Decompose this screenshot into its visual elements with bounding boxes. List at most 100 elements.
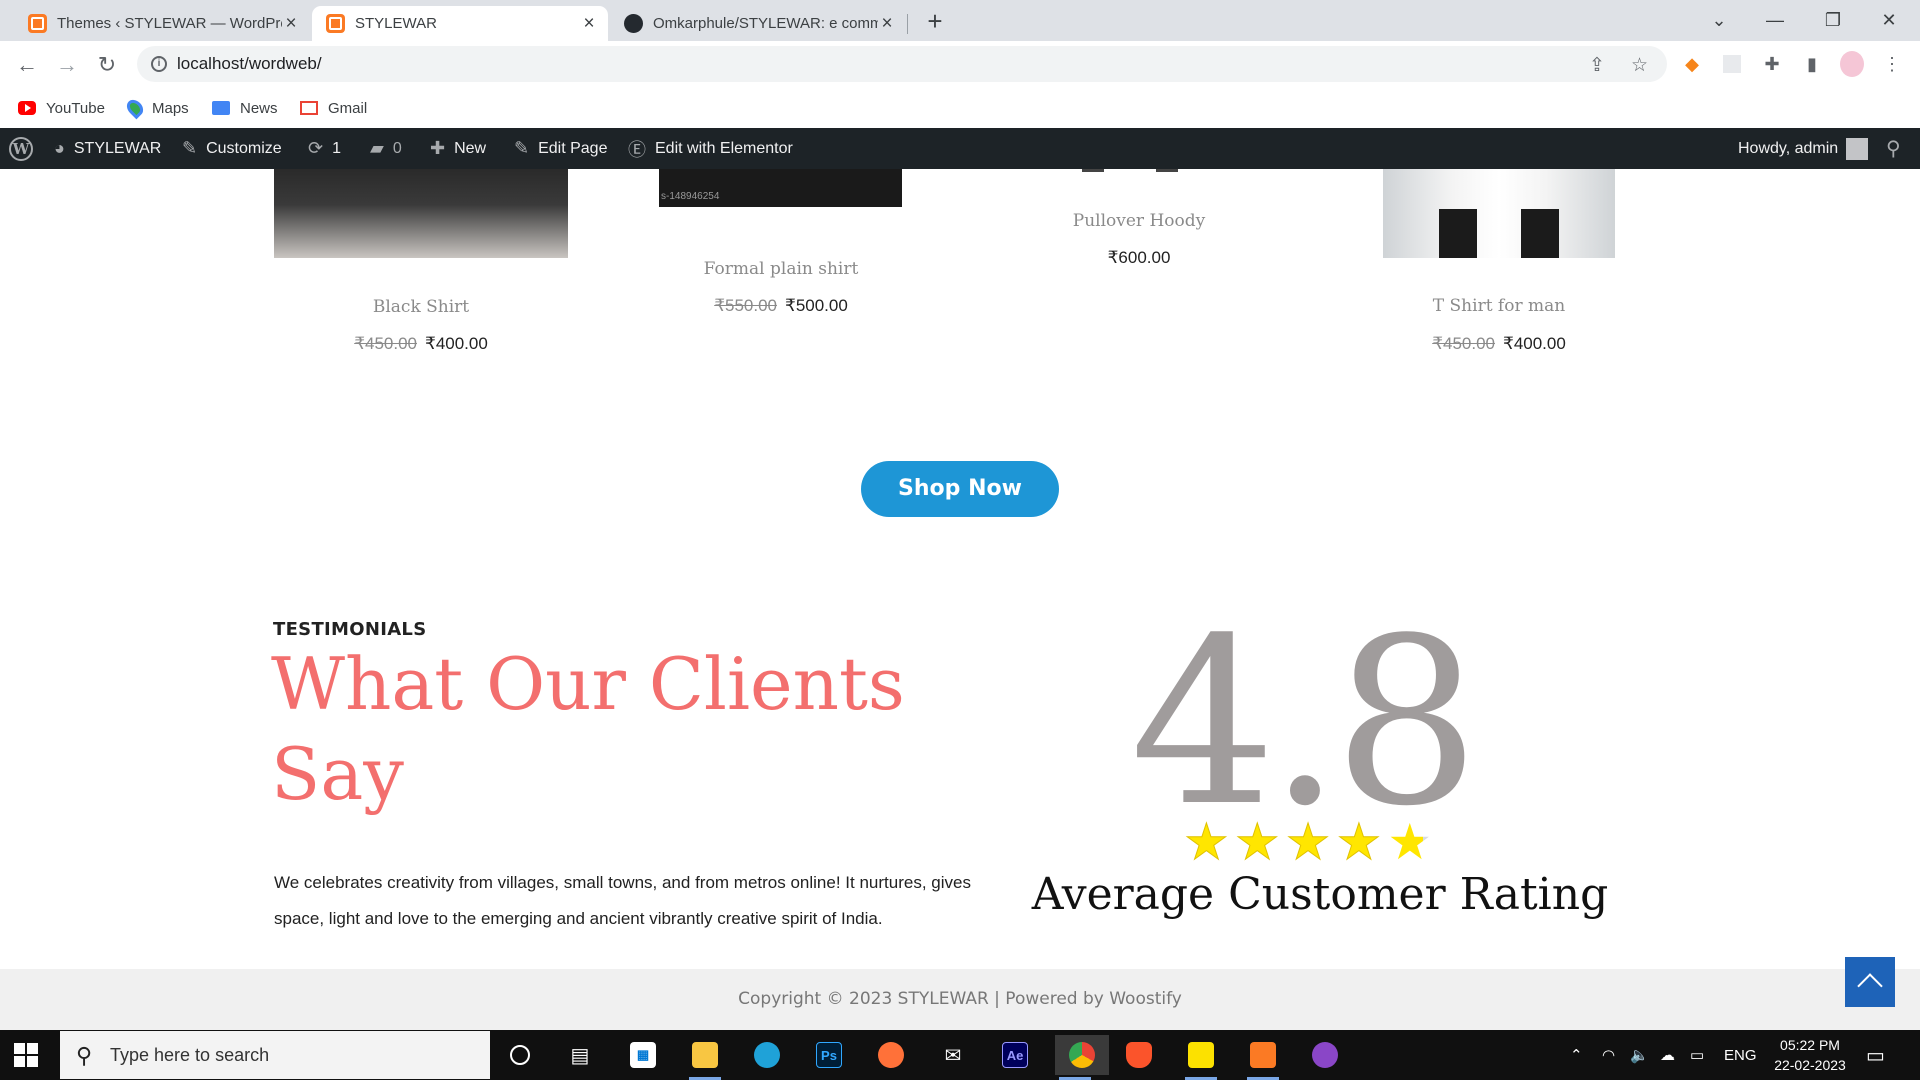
store-icon[interactable]: ▦ [623,1035,663,1075]
bookmark-gmail[interactable]: Gmail [300,96,367,120]
battery-icon[interactable]: ▭ [1690,1030,1704,1080]
cortana-icon[interactable] [500,1035,540,1075]
tab-title: Omkarphule/STYLEWAR: e commerce [653,15,878,32]
page-content: Black Shirt ₹450.00 ₹400.00 s-148946254 F… [0,169,1920,969]
firefox-icon[interactable] [871,1035,911,1075]
wifi-icon[interactable]: ◠ [1602,1030,1615,1080]
language-indicator[interactable]: ENG [1724,1030,1757,1080]
search-icon: ⚲ [1886,138,1901,160]
reload-icon[interactable]: ↻ [90,48,124,82]
windows-start-icon[interactable] [14,1043,38,1067]
elementor-icon: Ⓔ [628,139,646,160]
admin-search-button[interactable]: ⚲ [1886,128,1901,169]
new-tab-button[interactable]: + [920,7,950,37]
notifications-icon[interactable]: ▭ [1866,1030,1885,1080]
customize-link[interactable]: ✎ Customize [182,128,282,169]
taskbar-search-box[interactable]: ⚲ Type here to search [60,1031,490,1079]
xampp-icon[interactable] [1243,1035,1283,1080]
scroll-to-top-button[interactable] [1845,957,1895,1007]
tray-chevron-icon[interactable]: ⌃ [1570,1030,1583,1080]
avatar [1846,137,1869,160]
file-explorer-icon[interactable] [685,1035,725,1080]
chrome-icon[interactable] [1055,1035,1109,1080]
github-icon [624,14,643,33]
product-name[interactable]: Pullover Hoody [992,211,1286,231]
plus-icon: ✚ [430,138,446,158]
product-name[interactable]: Formal plain shirt [634,259,928,279]
site-info-icon[interactable]: i [151,56,167,72]
tab-github[interactable]: Omkarphule/STYLEWAR: e commerce × [610,6,906,41]
updates-icon: ⟳ [308,138,324,158]
bookmark-maps[interactable]: Maps [123,96,189,120]
task-view-icon[interactable]: ▤ [560,1035,600,1075]
after-effects-icon[interactable]: Ae [995,1035,1035,1075]
back-arrow-icon[interactable]: ← [10,48,44,82]
product-image-hoody-fragment [1156,169,1178,172]
edge-icon[interactable] [747,1035,787,1075]
bookmark-label: News [240,99,278,117]
volume-icon[interactable]: 🔈 [1630,1030,1649,1080]
elementor-link[interactable]: Ⓔ Edit with Elementor [628,128,793,169]
extensions-puzzle-icon[interactable]: ✚ [1760,52,1784,76]
browser-tab-strip: Themes ‹ STYLEWAR — WordPress × STYLEWAR… [0,0,1920,41]
star-icon: ★ [1285,814,1331,870]
updates-link[interactable]: ⟳ 1 [308,128,341,169]
bookmark-youtube[interactable]: YouTube [18,96,105,120]
close-icon[interactable]: × [580,13,598,35]
youtube-icon [18,101,36,115]
product-image-formal-shirt[interactable]: s-148946254 [659,169,902,207]
share-icon[interactable]: ⇪ [1589,54,1605,77]
updates-count: 1 [332,139,341,157]
old-price: ₹450.00 [354,334,417,353]
dashboard-icon: ◕ [54,138,65,158]
product-name[interactable]: Black Shirt [274,297,568,317]
tab-stylewar[interactable]: STYLEWAR × [312,6,608,41]
close-icon[interactable]: × [878,13,896,35]
new-label: New [454,139,487,157]
clock[interactable]: 05:22 PM 22-02-2023 [1770,1035,1850,1075]
wordpress-logo-button[interactable]: W [9,128,33,169]
taskbar-search-placeholder: Type here to search [110,1044,270,1065]
old-price: ₹450.00 [1432,334,1495,353]
address-bar[interactable]: i localhost/wordweb/ ⇪ ☆ [137,46,1667,82]
profile-avatar[interactable] [1840,51,1864,77]
product-price: ₹450.00 ₹400.00 [1352,334,1646,354]
current-price: ₹600.00 [1107,248,1171,267]
comments-link[interactable]: ▰ 0 [370,128,402,169]
shop-now-button[interactable]: Shop Now [861,461,1059,517]
mail-icon[interactable]: ✉ [933,1035,973,1075]
minimize-button[interactable]: — [1752,4,1798,36]
tab-search-chevron-icon[interactable]: ⌄ [1696,4,1742,36]
product-name[interactable]: T Shirt for man [1352,296,1646,316]
trousers-left [1439,209,1477,258]
product-image-black-shirt[interactable] [274,169,568,258]
tab-title: Themes ‹ STYLEWAR — WordPress [57,15,282,32]
chrome-menu-icon[interactable]: ⋮ [1880,52,1904,76]
maximize-button[interactable]: ❐ [1810,4,1856,36]
product-image-t-shirt[interactable] [1383,169,1615,258]
side-panel-icon[interactable]: ▮ [1800,52,1824,76]
testimonials-description: We celebrates creativity from villages, … [274,873,971,928]
forward-arrow-icon[interactable]: → [50,48,84,82]
metamask-icon[interactable]: ◆ [1680,52,1704,76]
close-window-button[interactable]: ✕ [1866,4,1912,36]
edit-page-link[interactable]: ✎ Edit Page [514,128,607,169]
close-icon[interactable]: × [282,13,300,35]
onedrive-icon[interactable]: ☁ [1660,1030,1675,1080]
extension-placeholder-icon[interactable] [1720,52,1744,76]
site-footer: Copyright © 2023 STYLEWAR | Powered by W… [0,969,1920,1030]
brave-icon[interactable] [1119,1035,1159,1075]
new-content-link[interactable]: ✚ New [430,128,486,169]
github-desktop-icon[interactable] [1305,1035,1345,1075]
url-text[interactable]: localhost/wordweb/ [177,54,322,74]
bookmark-news[interactable]: News [212,96,278,120]
sticky-notes-icon[interactable] [1181,1035,1221,1080]
photoshop-icon[interactable]: Ps [809,1035,849,1075]
old-price: ₹550.00 [714,296,777,315]
news-icon [212,101,230,115]
site-name-link[interactable]: ◕ STYLEWAR [54,128,161,169]
xampp-icon [326,14,345,33]
my-account-link[interactable]: Howdy, admin [1738,128,1869,169]
bookmark-star-icon[interactable]: ☆ [1631,54,1648,77]
tab-themes[interactable]: Themes ‹ STYLEWAR — WordPress × [14,6,310,41]
